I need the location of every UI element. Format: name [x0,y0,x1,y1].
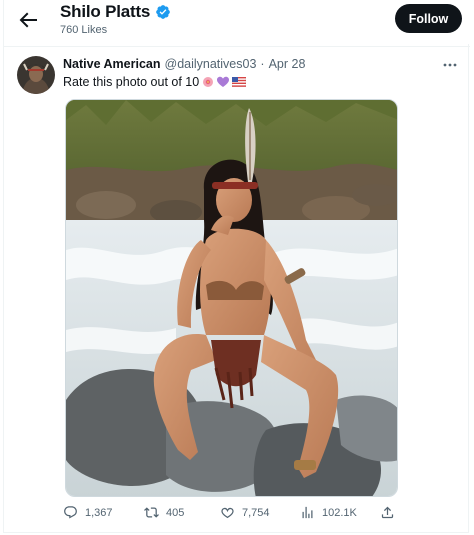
header-divider [4,46,470,47]
tweet-actions: 1,367 405 7,754 102.1K [4,505,470,525]
like-action[interactable]: 7,754 [220,505,270,520]
share-icon [381,506,394,519]
profile-title-block: Shilo Platts 760 Likes [60,2,171,36]
timeline-column: Shilo Platts 760 Likes Follow Native Ame… [3,0,470,533]
verified-badge-icon [156,5,171,19]
purple-heart-icon [217,76,230,87]
follow-button[interactable]: Follow [395,4,462,33]
heart-icon [221,507,234,519]
analytics-icon [302,506,313,519]
views-count: 102.1K [322,506,357,519]
avatar-image [17,56,55,94]
tweet-photo[interactable] [65,99,398,497]
more-options-icon[interactable] [442,58,458,72]
rosette-icon [203,77,214,87]
author-avatar[interactable] [17,56,55,94]
likes-count-subtitle: 760 Likes [60,24,108,36]
tweet-header: Native American @dailynatives03 · Apr 28 [63,57,305,71]
author-name[interactable]: Native American [63,57,161,71]
profile-name: Shilo Platts [60,2,151,21]
us-flag-icon [232,77,247,87]
author-handle[interactable]: @dailynatives03 [165,57,257,71]
repost-count: 405 [166,506,185,519]
share-action[interactable] [380,505,395,520]
photo-image [66,100,397,496]
repost-action[interactable]: 405 [144,505,184,520]
reply-icon [64,506,77,519]
reply-count: 1,367 [85,506,113,519]
tweet-text: Rate this photo out of 10 [63,75,247,89]
views-action[interactable]: 102.1K [300,505,357,520]
reply-action[interactable]: 1,367 [63,505,113,520]
like-count: 7,754 [242,506,270,519]
tweet-text-content: Rate this photo out of 10 [63,75,200,89]
tweet-date[interactable]: Apr 28 [269,57,306,71]
profile-header: Shilo Platts 760 Likes Follow [4,0,470,44]
separator-dot: · [260,57,265,71]
repost-icon [144,507,159,518]
back-arrow-icon[interactable] [16,8,40,32]
